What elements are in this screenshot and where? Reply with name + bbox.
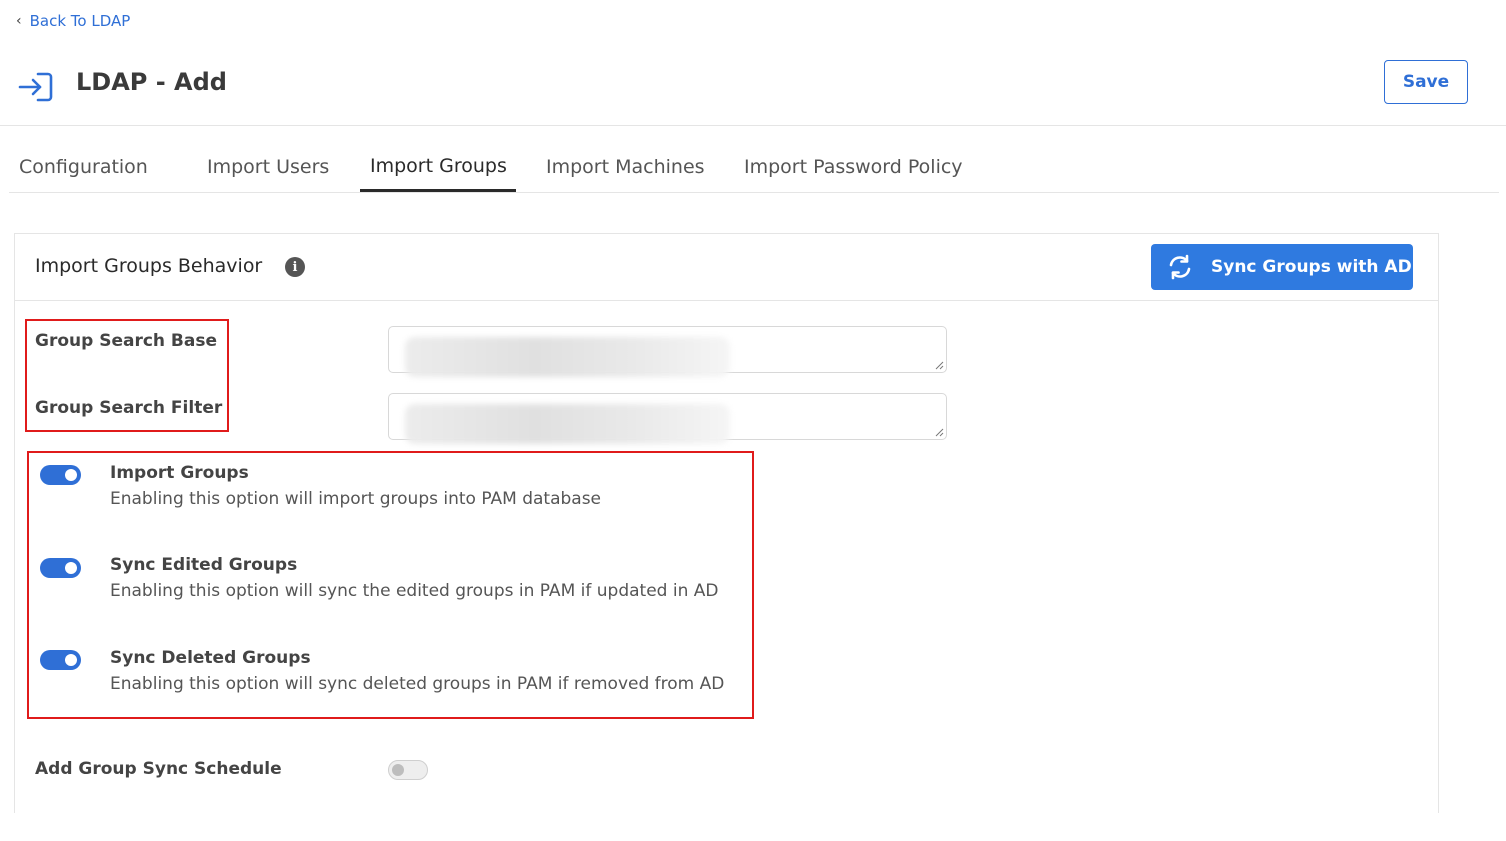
chevron-left-icon: ‹ xyxy=(16,13,22,29)
header-divider xyxy=(0,125,1506,126)
card-header: Import Groups Behavior i Sync Groups wit… xyxy=(15,234,1438,301)
group-search-filter-input[interactable] xyxy=(388,393,947,444)
info-icon[interactable]: i xyxy=(285,257,305,277)
redacted-value xyxy=(405,337,730,377)
highlight-box-options xyxy=(27,451,754,719)
sync-groups-button[interactable]: Sync Groups with AD xyxy=(1151,244,1413,290)
toggle-knob xyxy=(392,764,404,776)
page-header: LDAP - Add Save xyxy=(0,55,1506,125)
tab-import-groups[interactable]: Import Groups xyxy=(370,155,507,177)
add-group-sync-schedule-label: Add Group Sync Schedule xyxy=(35,759,282,779)
back-link-label: Back To LDAP xyxy=(29,12,131,30)
tab-import-password-policy[interactable]: Import Password Policy xyxy=(744,156,963,178)
save-button[interactable]: Save xyxy=(1384,60,1468,104)
group-sync-schedule-toggle[interactable] xyxy=(388,760,428,780)
sync-icon xyxy=(1169,254,1191,280)
sync-button-label: Sync Groups with AD xyxy=(1211,257,1412,277)
group-search-base-input[interactable] xyxy=(388,326,947,377)
tab-bar: Configuration Import Users Import Groups… xyxy=(9,140,1499,193)
section-title: Import Groups Behavior xyxy=(35,255,263,277)
redacted-value xyxy=(405,404,730,444)
resize-grip-icon[interactable] xyxy=(935,428,944,437)
tab-configuration[interactable]: Configuration xyxy=(19,156,148,178)
active-tab-indicator xyxy=(360,189,516,192)
resize-grip-icon[interactable] xyxy=(935,361,944,370)
page-title: LDAP - Add xyxy=(76,68,227,96)
login-icon xyxy=(18,72,53,102)
tab-import-machines[interactable]: Import Machines xyxy=(546,156,705,178)
highlight-box-fields xyxy=(25,319,229,432)
back-to-ldap-link[interactable]: ‹ Back To LDAP xyxy=(16,12,130,30)
tab-import-users[interactable]: Import Users xyxy=(207,156,329,178)
